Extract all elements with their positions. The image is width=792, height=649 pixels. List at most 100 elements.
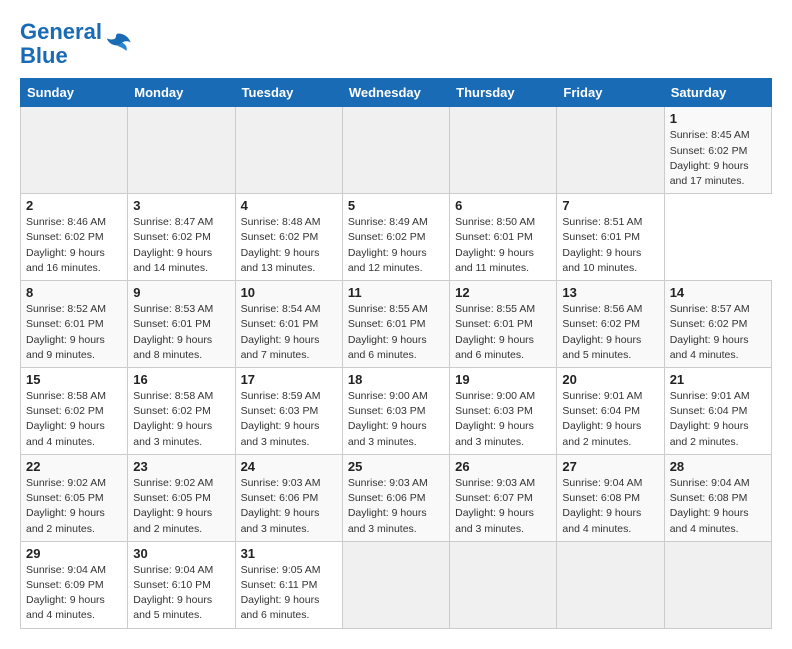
day-info: Sunrise: 9:03 AMSunset: 6:06 PMDaylight:…	[241, 477, 321, 535]
calendar-day-cell: 19 Sunrise: 9:00 AMSunset: 6:03 PMDaylig…	[450, 368, 557, 455]
calendar-day-cell: 18 Sunrise: 9:00 AMSunset: 6:03 PMDaylig…	[342, 368, 449, 455]
day-info: Sunrise: 8:59 AMSunset: 6:03 PMDaylight:…	[241, 390, 321, 448]
day-number: 16	[133, 372, 229, 387]
calendar-day-cell: 9 Sunrise: 8:53 AMSunset: 6:01 PMDayligh…	[128, 281, 235, 368]
day-number: 26	[455, 459, 551, 474]
calendar-day-cell: 6 Sunrise: 8:50 AMSunset: 6:01 PMDayligh…	[450, 194, 557, 281]
day-number: 17	[241, 372, 337, 387]
day-number: 29	[26, 546, 122, 561]
calendar-day-cell	[235, 107, 342, 194]
calendar-day-cell: 8 Sunrise: 8:52 AMSunset: 6:01 PMDayligh…	[21, 281, 128, 368]
day-info: Sunrise: 8:56 AMSunset: 6:02 PMDaylight:…	[562, 303, 642, 361]
day-info: Sunrise: 9:00 AMSunset: 6:03 PMDaylight:…	[348, 390, 428, 448]
day-info: Sunrise: 9:04 AMSunset: 6:09 PMDaylight:…	[26, 564, 106, 622]
day-info: Sunrise: 8:48 AMSunset: 6:02 PMDaylight:…	[241, 216, 321, 274]
day-info: Sunrise: 9:05 AMSunset: 6:11 PMDaylight:…	[241, 564, 321, 622]
day-info: Sunrise: 8:50 AMSunset: 6:01 PMDaylight:…	[455, 216, 535, 274]
day-number: 15	[26, 372, 122, 387]
day-number: 12	[455, 285, 551, 300]
calendar-day-cell	[450, 541, 557, 628]
calendar-day-cell: 25 Sunrise: 9:03 AMSunset: 6:06 PMDaylig…	[342, 454, 449, 541]
day-info: Sunrise: 8:46 AMSunset: 6:02 PMDaylight:…	[26, 216, 106, 274]
day-info: Sunrise: 8:55 AMSunset: 6:01 PMDaylight:…	[455, 303, 535, 361]
calendar-table: SundayMondayTuesdayWednesdayThursdayFrid…	[20, 78, 772, 628]
day-number: 3	[133, 198, 229, 213]
day-info: Sunrise: 9:01 AMSunset: 6:04 PMDaylight:…	[670, 390, 750, 448]
calendar-day-cell: 30 Sunrise: 9:04 AMSunset: 6:10 PMDaylig…	[128, 541, 235, 628]
page-header: GeneralBlue	[20, 20, 772, 68]
day-info: Sunrise: 8:54 AMSunset: 6:01 PMDaylight:…	[241, 303, 321, 361]
day-info: Sunrise: 9:00 AMSunset: 6:03 PMDaylight:…	[455, 390, 535, 448]
day-info: Sunrise: 8:45 AMSunset: 6:02 PMDaylight:…	[670, 129, 750, 187]
day-info: Sunrise: 9:04 AMSunset: 6:08 PMDaylight:…	[670, 477, 750, 535]
day-number: 13	[562, 285, 658, 300]
logo-bird-icon	[104, 30, 132, 58]
day-info: Sunrise: 9:03 AMSunset: 6:06 PMDaylight:…	[348, 477, 428, 535]
calendar-day-cell: 23 Sunrise: 9:02 AMSunset: 6:05 PMDaylig…	[128, 454, 235, 541]
day-number: 14	[670, 285, 766, 300]
calendar-day-cell: 7 Sunrise: 8:51 AMSunset: 6:01 PMDayligh…	[557, 194, 664, 281]
calendar-week-row: 22 Sunrise: 9:02 AMSunset: 6:05 PMDaylig…	[21, 454, 772, 541]
calendar-header-sunday: Sunday	[21, 79, 128, 107]
calendar-day-cell: 3 Sunrise: 8:47 AMSunset: 6:02 PMDayligh…	[128, 194, 235, 281]
calendar-week-row: 1 Sunrise: 8:45 AMSunset: 6:02 PMDayligh…	[21, 107, 772, 194]
calendar-day-cell: 26 Sunrise: 9:03 AMSunset: 6:07 PMDaylig…	[450, 454, 557, 541]
logo-text: GeneralBlue	[20, 20, 102, 68]
day-number: 27	[562, 459, 658, 474]
day-info: Sunrise: 9:03 AMSunset: 6:07 PMDaylight:…	[455, 477, 535, 535]
day-number: 2	[26, 198, 122, 213]
calendar-day-cell	[342, 541, 449, 628]
day-number: 7	[562, 198, 658, 213]
calendar-day-cell	[21, 107, 128, 194]
calendar-day-cell: 10 Sunrise: 8:54 AMSunset: 6:01 PMDaylig…	[235, 281, 342, 368]
day-number: 24	[241, 459, 337, 474]
calendar-day-cell: 21 Sunrise: 9:01 AMSunset: 6:04 PMDaylig…	[664, 368, 771, 455]
day-info: Sunrise: 8:58 AMSunset: 6:02 PMDaylight:…	[26, 390, 106, 448]
calendar-day-cell: 31 Sunrise: 9:05 AMSunset: 6:11 PMDaylig…	[235, 541, 342, 628]
calendar-day-cell: 22 Sunrise: 9:02 AMSunset: 6:05 PMDaylig…	[21, 454, 128, 541]
day-number: 9	[133, 285, 229, 300]
day-number: 28	[670, 459, 766, 474]
day-info: Sunrise: 8:51 AMSunset: 6:01 PMDaylight:…	[562, 216, 642, 274]
calendar-day-cell: 11 Sunrise: 8:55 AMSunset: 6:01 PMDaylig…	[342, 281, 449, 368]
day-info: Sunrise: 9:04 AMSunset: 6:08 PMDaylight:…	[562, 477, 642, 535]
day-number: 1	[670, 111, 766, 126]
day-number: 18	[348, 372, 444, 387]
day-number: 8	[26, 285, 122, 300]
calendar-day-cell: 4 Sunrise: 8:48 AMSunset: 6:02 PMDayligh…	[235, 194, 342, 281]
day-number: 19	[455, 372, 551, 387]
calendar-header-thursday: Thursday	[450, 79, 557, 107]
calendar-week-row: 29 Sunrise: 9:04 AMSunset: 6:09 PMDaylig…	[21, 541, 772, 628]
day-number: 11	[348, 285, 444, 300]
day-number: 21	[670, 372, 766, 387]
calendar-week-row: 2 Sunrise: 8:46 AMSunset: 6:02 PMDayligh…	[21, 194, 772, 281]
calendar-day-cell	[664, 541, 771, 628]
calendar-day-cell: 17 Sunrise: 8:59 AMSunset: 6:03 PMDaylig…	[235, 368, 342, 455]
calendar-day-cell: 20 Sunrise: 9:01 AMSunset: 6:04 PMDaylig…	[557, 368, 664, 455]
day-info: Sunrise: 9:02 AMSunset: 6:05 PMDaylight:…	[133, 477, 213, 535]
calendar-day-cell: 15 Sunrise: 8:58 AMSunset: 6:02 PMDaylig…	[21, 368, 128, 455]
calendar-day-cell: 2 Sunrise: 8:46 AMSunset: 6:02 PMDayligh…	[21, 194, 128, 281]
calendar-header-monday: Monday	[128, 79, 235, 107]
calendar-day-cell: 24 Sunrise: 9:03 AMSunset: 6:06 PMDaylig…	[235, 454, 342, 541]
day-number: 20	[562, 372, 658, 387]
day-number: 22	[26, 459, 122, 474]
day-info: Sunrise: 8:47 AMSunset: 6:02 PMDaylight:…	[133, 216, 213, 274]
day-info: Sunrise: 8:57 AMSunset: 6:02 PMDaylight:…	[670, 303, 750, 361]
calendar-day-cell	[450, 107, 557, 194]
calendar-body: 1 Sunrise: 8:45 AMSunset: 6:02 PMDayligh…	[21, 107, 772, 628]
calendar-day-cell: 14 Sunrise: 8:57 AMSunset: 6:02 PMDaylig…	[664, 281, 771, 368]
calendar-day-cell: 16 Sunrise: 8:58 AMSunset: 6:02 PMDaylig…	[128, 368, 235, 455]
day-number: 31	[241, 546, 337, 561]
calendar-day-cell: 12 Sunrise: 8:55 AMSunset: 6:01 PMDaylig…	[450, 281, 557, 368]
day-number: 10	[241, 285, 337, 300]
day-number: 30	[133, 546, 229, 561]
day-number: 4	[241, 198, 337, 213]
calendar-day-cell: 27 Sunrise: 9:04 AMSunset: 6:08 PMDaylig…	[557, 454, 664, 541]
calendar-day-cell	[557, 107, 664, 194]
day-number: 23	[133, 459, 229, 474]
calendar-day-cell: 5 Sunrise: 8:49 AMSunset: 6:02 PMDayligh…	[342, 194, 449, 281]
calendar-day-cell	[128, 107, 235, 194]
calendar-day-cell	[342, 107, 449, 194]
calendar-day-cell: 1 Sunrise: 8:45 AMSunset: 6:02 PMDayligh…	[664, 107, 771, 194]
